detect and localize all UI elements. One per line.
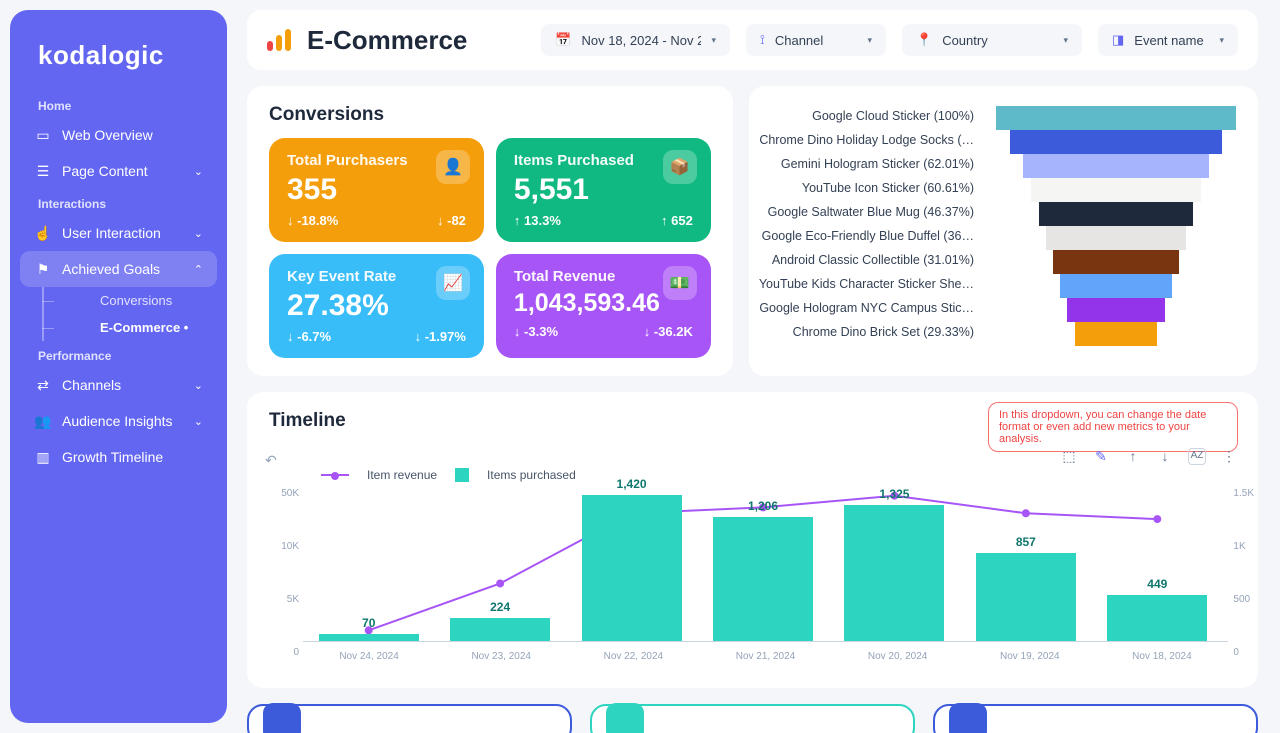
conversions-card: Conversions 👤 Total Purchasers 355 ↓ -18… [247, 86, 733, 376]
calendar-icon: 📅 [555, 32, 571, 48]
topbar: E-Commerce 📅 Nov 18, 2024 - Nov 24, 202 … [247, 10, 1258, 70]
card-icon [263, 703, 301, 733]
chart-icon: ▥ [34, 448, 52, 466]
kpi-total-purchasers: 👤 Total Purchasers 355 ↓ -18.8%↓ -82 [269, 138, 484, 242]
tap-icon: ☝ [34, 224, 52, 242]
funnel-chart [996, 104, 1236, 346]
channel-filter[interactable]: ⟟ Channel ▾ [746, 24, 886, 56]
nav-user-interaction[interactable]: ☝ User Interaction ⌄ [20, 215, 217, 251]
timeline-chart: 50K10K5K0 1.5K1K5000 702241,4201,2061,32… [303, 488, 1228, 658]
bottom-card-2[interactable] [590, 704, 915, 733]
undo-icon[interactable]: ↶ [265, 452, 277, 469]
download-icon[interactable]: ↓ [1156, 448, 1174, 465]
date-range-picker[interactable]: 📅 Nov 18, 2024 - Nov 24, 202 ▾ [541, 24, 730, 56]
chevron-up-icon: ⌃ [194, 263, 203, 276]
funnel-labels: Google Cloud Sticker (100%)Chrome Dino H… [759, 104, 980, 344]
y-axis-right: 1.5K1K5000 [1233, 488, 1254, 658]
card-icon [949, 703, 987, 733]
channel-icon: ⟟ [760, 32, 765, 48]
sidebar: kodalogic Home ▭ Web Overview ☰ Page Con… [10, 10, 227, 723]
nav-achieved-goals[interactable]: ⚑ Achieved Goals ⌃ [20, 251, 217, 287]
nav-channels[interactable]: ⇄ Channels ⌄ [20, 367, 217, 403]
bottom-card-3[interactable] [933, 704, 1258, 733]
nav-web-overview[interactable]: ▭ Web Overview [20, 117, 217, 153]
conversions-title: Conversions [269, 104, 711, 126]
content-icon: ☰ [34, 162, 52, 180]
chevron-down-icon: ⌄ [194, 415, 203, 428]
chart-legend: Item revenue Items purchased [321, 468, 576, 482]
upload-icon[interactable]: ↑ [1124, 448, 1142, 465]
timeline-card: Timeline In this dropdown, you can chang… [247, 392, 1258, 688]
event-filter[interactable]: ◨ Event name ▾ [1098, 24, 1238, 56]
section-home: Home [20, 91, 217, 117]
share-icon: ⇄ [34, 376, 52, 394]
nav-growth[interactable]: ▥ Growth Timeline [20, 439, 217, 475]
y-axis-left: 50K10K5K0 [269, 488, 299, 658]
x-axis: Nov 24, 2024Nov 23, 2024Nov 22, 2024Nov … [303, 651, 1228, 662]
brand-logo: kodalogic [20, 30, 217, 91]
people-icon: 👥 [34, 412, 52, 430]
legend-box-icon [455, 468, 469, 482]
legend-line-icon [321, 474, 349, 476]
widgets-icon: ◨ [1112, 32, 1124, 48]
kpi-key-event-rate: 📈 Key Event Rate 27.38% ↓ -6.7%↓ -1.97% [269, 254, 484, 358]
funnel-card: Google Cloud Sticker (100%)Chrome Dino H… [749, 86, 1258, 376]
section-performance: Performance [20, 341, 217, 367]
location-icon: 📍 [916, 32, 932, 48]
plot-area: 702241,4201,2061,325857449 [303, 488, 1228, 642]
kpi-total-revenue: 💵 Total Revenue 1,043,593.46 ↓ -3.3%↓ -3… [496, 254, 711, 358]
dropdown-arrow-icon: ▾ [1063, 35, 1068, 46]
flag-icon: ⚑ [34, 260, 52, 278]
edit-icon[interactable]: ✎ [1092, 448, 1110, 465]
kpi-items-purchased: 📦 Items Purchased 5,551 ↑ 13.3%↑ 652 [496, 138, 711, 242]
dropdown-arrow-icon: ▾ [867, 35, 872, 46]
analytics-icon [267, 29, 291, 51]
nav-audience[interactable]: 👥 Audience Insights ⌄ [20, 403, 217, 439]
more-icon[interactable]: ⋮ [1220, 448, 1238, 465]
hint-tooltip: In this dropdown, you can change the dat… [988, 402, 1238, 452]
dropdown-arrow-icon: ▾ [1219, 35, 1224, 46]
card-icon [606, 703, 644, 733]
nav-ecommerce[interactable]: E-Commerce • [20, 314, 217, 341]
chevron-down-icon: ⌄ [194, 165, 203, 178]
chevron-down-icon: ⌄ [194, 379, 203, 392]
dropdown-arrow-icon: ▾ [711, 35, 716, 46]
chevron-down-icon: ⌄ [194, 227, 203, 240]
bottom-cards [247, 704, 1258, 733]
chart-toolbar: ⬚ ✎ ↑ ↓ AZ ⋮ [1060, 448, 1238, 465]
browser-icon: ▭ [34, 126, 52, 144]
page-title: E-Commerce [307, 25, 467, 56]
section-interactions: Interactions [20, 189, 217, 215]
main: E-Commerce 📅 Nov 18, 2024 - Nov 24, 202 … [237, 0, 1280, 733]
nav-conversions[interactable]: Conversions [20, 287, 217, 314]
select-area-icon[interactable]: ⬚ [1060, 448, 1078, 465]
bottom-card-1[interactable] [247, 704, 572, 733]
sort-az-icon[interactable]: AZ [1188, 448, 1206, 465]
country-filter[interactable]: 📍 Country ▾ [902, 24, 1082, 56]
nav-page-content[interactable]: ☰ Page Content ⌄ [20, 153, 217, 189]
